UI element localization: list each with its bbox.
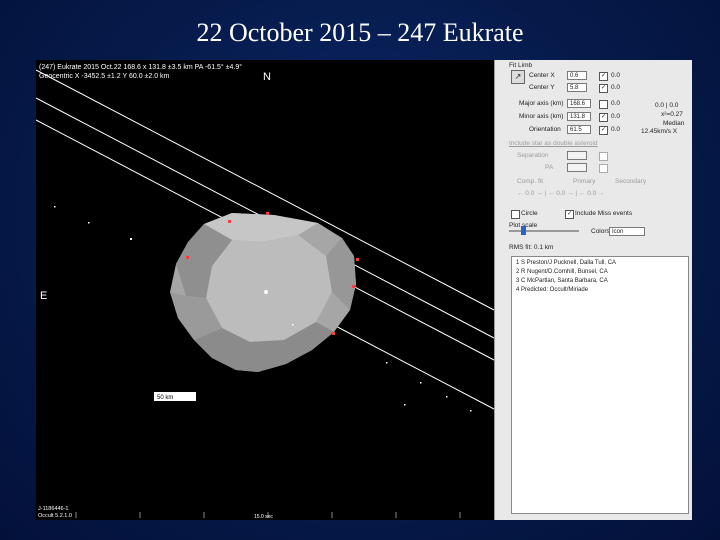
minor-axis-label: Minor axis (km)	[519, 113, 564, 120]
major-axis-input[interactable]: 168.6	[567, 99, 591, 108]
plot-footer-line2: Occult 5.2.1.0	[38, 513, 72, 519]
major-axis-checkbox[interactable]	[599, 100, 608, 109]
center-y-step: 0.0	[611, 84, 621, 91]
minor-axis-step: 0.0	[611, 113, 621, 120]
orientation-input[interactable]: 61.5	[567, 125, 591, 134]
orientation-checkbox[interactable]: ✓	[599, 126, 608, 135]
include-miss-label: Include Miss events	[575, 210, 633, 217]
major-axis-step: 0.0	[611, 100, 621, 107]
plot-header-line1: (247) Eukrate 2015 Oct.22 168.6 x 131.8 …	[39, 63, 242, 71]
secondary-radio[interactable]: Secondary	[615, 176, 646, 187]
major-axis-label: Major axis (km)	[519, 100, 564, 107]
minor-axis-input[interactable]: 131.8	[567, 112, 591, 121]
center-x-label: Center X	[529, 72, 555, 79]
fit-control-panel: Fit Limb ↗ Center X 0.6 ✓ 0.0 Center Y 5…	[494, 60, 692, 520]
asteroid-shape-model	[170, 213, 356, 372]
center-x-input[interactable]: 0.6	[567, 71, 587, 80]
rms-fit-label: RMS fit: 0.1 km	[509, 244, 554, 251]
double-asteroid-link[interactable]: Include star as double asteroid	[509, 138, 598, 149]
slide-title: 22 October 2015 – 247 Eukrate	[196, 18, 524, 47]
offset-row: ← 0.0 → | ← 0.0 → | ← 0.0 →	[517, 190, 605, 197]
chord-line-lower	[327, 321, 495, 410]
observer-row[interactable]: 3 C McPartlan, Santa Barbara, CA	[516, 278, 608, 284]
comp-fit-label: Comp. fit	[517, 178, 544, 185]
primary-radio[interactable]: Primary	[573, 176, 595, 187]
circle-label: Circle	[521, 210, 538, 217]
north-label: N	[263, 71, 271, 83]
fit-icon[interactable]: ↗	[511, 70, 525, 84]
center-x-step: 0.0	[611, 72, 621, 79]
pa-input[interactable]	[567, 163, 587, 172]
plot-scale-slider-track[interactable]	[509, 230, 579, 232]
east-label: E	[40, 290, 47, 302]
pa-label: PA	[545, 164, 554, 171]
occultation-plot: (247) Eukrate 2015 Oct.22 168.6 x 131.8 …	[36, 60, 495, 520]
orientation-step: 0.0	[611, 126, 621, 133]
separation-label: Separation	[517, 152, 549, 159]
pa-checkbox[interactable]	[599, 164, 608, 173]
occult-screenshot: (247) Eukrate 2015 Oct.22 168.6 x 131.8 …	[36, 60, 692, 520]
plot-scale-slider-knob[interactable]	[521, 226, 526, 235]
center-y-label: Center Y	[529, 84, 555, 91]
minor-axis-checkbox[interactable]: ✓	[599, 113, 608, 122]
side-median-value: 12.45km/s X	[641, 128, 678, 135]
colors-label: Colors	[591, 228, 610, 235]
center-x-checkbox[interactable]: ✓	[599, 72, 608, 81]
separation-input[interactable]	[567, 151, 587, 160]
plot-footer-line1: J-1186446-1	[38, 506, 68, 512]
observer-row[interactable]: 2 R Nugent/D.Cornhill, Bunsel, CA	[516, 269, 608, 275]
circle-checkbox[interactable]	[511, 210, 520, 219]
scale-label: 50 km	[157, 395, 173, 401]
observer-row[interactable]: 4 Predicted: Occult/Miriade	[516, 287, 588, 293]
orientation-label: Orientation	[529, 126, 561, 133]
observer-row[interactable]: 1 S Preston/J Pucknell, Dalla Tull, CA	[516, 260, 616, 266]
colors-select[interactable]: Icon	[609, 227, 645, 236]
plot-header-line2: Geocentric X -3452.5 ±1.2 Y 60.0 ±2.0 km	[39, 73, 170, 80]
plot-canvas: (247) Eukrate 2015 Oct.22 168.6 x 131.8 …	[36, 63, 495, 520]
center-y-checkbox[interactable]: ✓	[599, 84, 608, 93]
observer-list[interactable]: 1 S Preston/J Pucknell, Dalla Tull, CA 2…	[511, 256, 689, 514]
center-marker	[264, 290, 268, 294]
center-y-input[interactable]: 5.8	[567, 83, 587, 92]
time-axis-label: 15.0 sec	[254, 514, 273, 520]
separation-checkbox[interactable]	[599, 152, 608, 161]
include-miss-checkbox[interactable]: ✓	[565, 210, 574, 219]
